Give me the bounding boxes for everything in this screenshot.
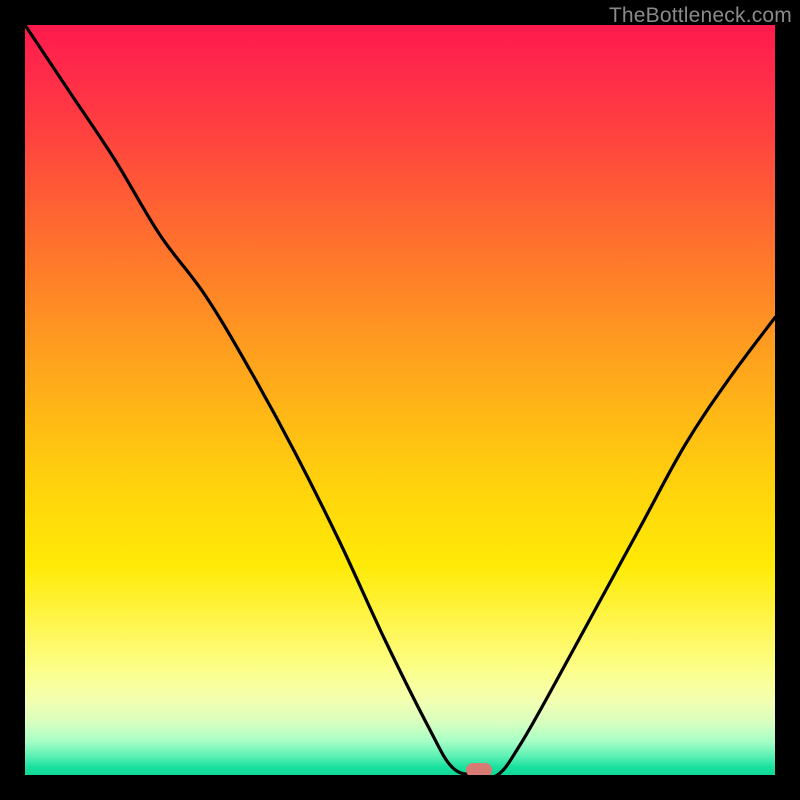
plot-area	[25, 25, 775, 775]
minimum-marker	[466, 763, 492, 775]
watermark-text: TheBottleneck.com	[609, 4, 792, 28]
chart-frame: TheBottleneck.com	[0, 0, 800, 800]
bottleneck-curve	[25, 25, 775, 775]
